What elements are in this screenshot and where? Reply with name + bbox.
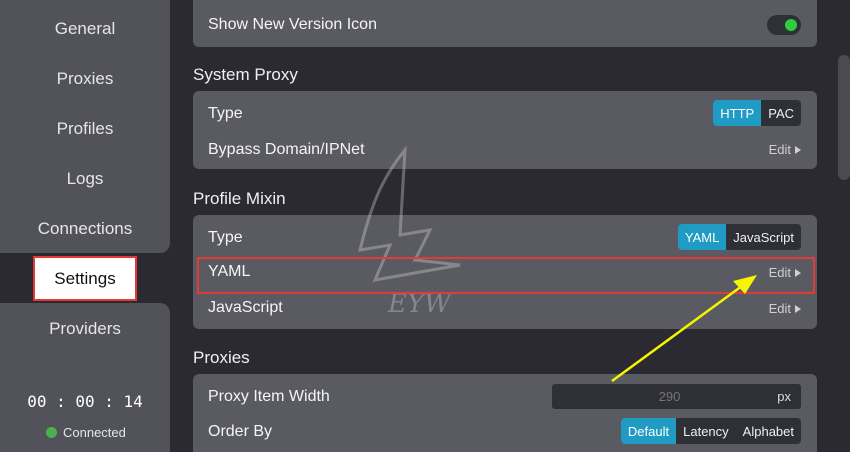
bypass-edit-button[interactable]: Edit [769,142,801,157]
general-card: Show New Version Icon [193,0,817,47]
sidebar-item-settings[interactable]: Settings [33,256,137,301]
proxy-item-width-label: Proxy Item Width [208,388,330,405]
javascript-edit-button[interactable]: Edit [769,301,801,316]
chevron-right-icon [795,304,801,313]
toggle-knob [785,19,797,31]
profile-mixin-title: Profile Mixin [193,189,286,208]
edit-label: Edit [768,301,791,316]
system-proxy-card: Type HTTP PAC Bypass Domain/IPNet Edit [193,91,817,169]
profile-mixin-type-selector: YAML JavaScript [677,224,801,250]
edit-label: Edit [768,142,791,157]
type-option-http[interactable]: HTTP [713,100,762,126]
edit-label: Edit [768,265,791,280]
connection-status: Connected [46,425,126,440]
show-new-version-icon-toggle[interactable] [767,15,801,35]
chevron-right-icon [795,145,801,154]
status-dot-icon [46,427,57,438]
connection-timer: 00 : 00 : 14 [27,392,143,411]
show-new-version-icon-label: Show New Version Icon [208,16,377,33]
yaml-label: YAML [208,263,251,280]
sidebar: General Proxies Profiles Logs Connection… [0,0,170,452]
profile-mixin-card: Type YAML JavaScript YAML Edit JavaScrip… [193,215,817,329]
type-option-javascript[interactable]: JavaScript [726,224,801,250]
bypass-domain-label: Bypass Domain/IPNet [208,141,365,158]
order-option-default[interactable]: Default [620,418,677,444]
yaml-edit-button[interactable]: Edit [769,265,801,280]
status-label: Connected [63,425,126,440]
order-option-alphabet[interactable]: Alphabet [736,418,801,444]
profile-mixin-type-label: Type [208,229,243,246]
type-option-yaml[interactable]: YAML [677,224,727,250]
order-option-latency[interactable]: Latency [676,418,736,444]
system-proxy-type-selector: HTTP PAC [713,100,801,126]
sidebar-item-proxies[interactable]: Proxies [0,69,170,89]
proxies-title: Proxies [193,348,250,367]
sidebar-item-logs[interactable]: Logs [0,169,170,189]
type-option-pac[interactable]: PAC [761,100,801,126]
proxies-card: Proxy Item Width 290 px Order By Default… [193,374,817,452]
sidebar-item-profiles[interactable]: Profiles [0,119,170,139]
scrollbar-thumb[interactable] [838,55,850,180]
sidebar-item-general[interactable]: General [0,19,170,39]
sidebar-item-connections[interactable]: Connections [0,219,170,239]
scrollbar-track[interactable] [838,0,850,452]
system-proxy-type-label: Type [208,105,243,122]
proxy-item-width-value: 290 [658,389,681,404]
chevron-right-icon [795,268,801,277]
system-proxy-title: System Proxy [193,65,298,84]
order-by-selector: Default Latency Alphabet [620,418,801,444]
proxy-item-width-unit: px [777,389,791,404]
order-by-label: Order By [208,423,273,440]
proxy-item-width-input[interactable]: 290 px [552,384,801,409]
sidebar-item-providers[interactable]: Providers [0,319,170,339]
javascript-label: JavaScript [208,299,283,316]
